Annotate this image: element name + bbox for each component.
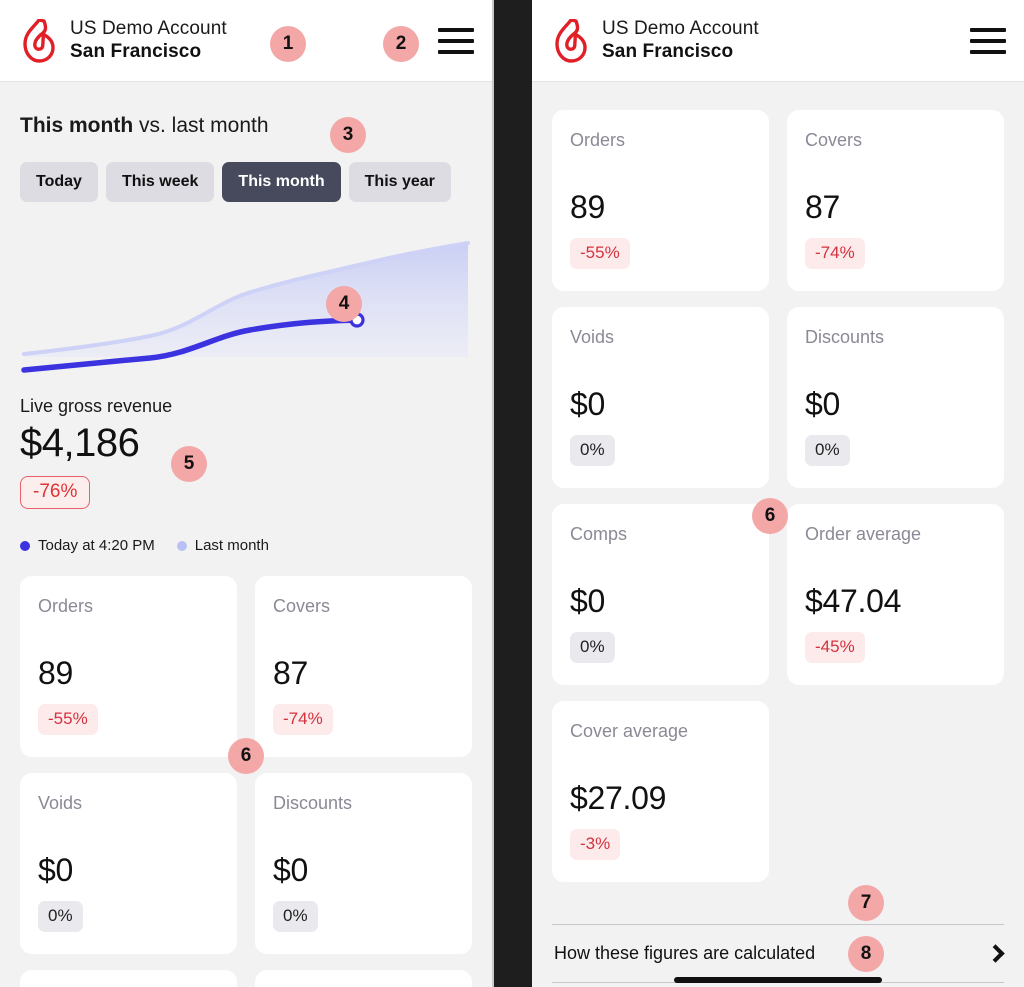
metric-card-order-average[interactable]: Order average $47.04 -45%	[787, 504, 1004, 685]
metric-label: Discounts	[273, 793, 353, 813]
metric-delta: 0%	[273, 901, 318, 932]
metric-value: 87	[273, 655, 308, 691]
account-block: US Demo Account San Francisco	[70, 18, 227, 63]
metric-value: 87	[805, 189, 840, 225]
link-label: How these figures are calculated	[554, 943, 816, 963]
annotation-badge-6-right: 6	[752, 498, 788, 534]
metric-label: Cover average	[570, 721, 689, 741]
metric-label: Covers	[273, 596, 331, 616]
metric-delta: -55%	[570, 238, 630, 269]
app-screen: US Demo Account San Francisco This month…	[0, 0, 1024, 987]
metric-card-cover-average[interactable]: Cover average $27.09 -3%	[552, 701, 769, 882]
metric-card-comps[interactable]: Comps $0 0%	[552, 504, 769, 685]
metric-delta: 0%	[38, 901, 83, 932]
metric-label: Orders	[570, 130, 626, 150]
metric-value: $0	[570, 386, 605, 422]
date-range-tabs: Today This week This month This year	[20, 162, 472, 202]
metric-value: $47.04	[805, 583, 902, 619]
metric-card-discounts[interactable]: Discounts $0 0%	[255, 773, 472, 954]
period-comparison-title: This month vs. last month	[20, 114, 472, 138]
metric-card-orders[interactable]: Orders 89 -55%	[552, 110, 769, 291]
legend-item-today: Today at 4:20 PM	[20, 537, 155, 554]
metric-delta: -3%	[570, 829, 621, 860]
legend-label-last-month: Last month	[194, 537, 269, 554]
revenue-label: Live gross revenue	[20, 396, 173, 416]
metric-value: $0	[570, 583, 605, 619]
account-name: US Demo Account	[70, 18, 227, 40]
metric-delta: -74%	[805, 238, 865, 269]
metric-value: $27.09	[570, 780, 667, 816]
home-indicator	[674, 977, 882, 983]
metric-card-voids[interactable]: Voids $0 0%	[552, 307, 769, 488]
panel-divider	[492, 0, 532, 987]
period-title-rest: vs. last month	[133, 114, 269, 137]
metric-label: Comps	[570, 524, 628, 544]
hamburger-menu-icon[interactable]	[438, 27, 474, 54]
right-panel: US Demo Account San Francisco Orders 89 …	[532, 0, 1024, 987]
chart-legend: Today at 4:20 PM Last month	[20, 537, 472, 554]
account-block: US Demo Account San Francisco	[602, 18, 759, 63]
metric-card-order-average[interactable]: Order average $47.04 -45%	[255, 970, 472, 987]
left-panel-body: This month vs. last month Today This wee…	[0, 114, 492, 987]
metric-value: $0	[273, 852, 308, 888]
annotation-badge-1: 1	[270, 26, 306, 62]
right-panel-body: Orders 89 -55% Covers 87 -74% Voids $0 0…	[532, 110, 1024, 987]
annotation-badge-7: 7	[848, 885, 884, 921]
annotation-badge-6-left: 6	[228, 738, 264, 774]
metric-card-discounts[interactable]: Discounts $0 0%	[787, 307, 1004, 488]
revenue-chart[interactable]	[0, 232, 492, 382]
link-how-figures-calculated[interactable]: How these figures are calculated	[552, 924, 1005, 982]
metric-value: $0	[38, 852, 73, 888]
app-header-right: US Demo Account San Francisco	[532, 0, 1024, 82]
metric-label: Covers	[805, 130, 863, 150]
metric-delta: -55%	[38, 704, 98, 735]
metric-delta: 0%	[570, 632, 615, 663]
tab-this-year[interactable]: This year	[348, 162, 451, 202]
annotation-badge-2: 2	[383, 26, 419, 62]
metric-label: Order average	[805, 524, 922, 544]
metric-delta: -74%	[273, 704, 333, 735]
annotation-badge-5: 5	[171, 446, 207, 482]
legend-dot-today-icon	[20, 540, 30, 551]
annotation-badge-8: 8	[848, 936, 884, 972]
metric-card-covers[interactable]: Covers 87 -74%	[255, 576, 472, 757]
legend-item-last-month: Last month	[176, 537, 269, 554]
annotation-badge-4: 4	[326, 286, 362, 322]
left-panel: US Demo Account San Francisco This month…	[0, 0, 492, 987]
tab-this-month[interactable]: This month	[222, 162, 341, 202]
metric-label: Voids	[38, 793, 83, 813]
metric-delta: 0%	[570, 435, 615, 466]
metric-value: $0	[805, 386, 840, 422]
revenue-delta-badge: -76%	[20, 476, 91, 509]
metric-value: 89	[38, 655, 73, 691]
revenue-chart-svg	[21, 241, 470, 373]
legend-label-today: Today at 4:20 PM	[38, 537, 155, 554]
metric-delta: 0%	[805, 435, 850, 466]
metric-label: Voids	[570, 327, 615, 347]
metric-label: Discounts	[805, 327, 885, 347]
metric-value: 89	[570, 189, 605, 225]
metric-card-comps[interactable]: Comps $0 0%	[20, 970, 237, 987]
hamburger-menu-icon[interactable]	[970, 27, 1006, 54]
metrics-grid-left: Orders 89 -55% Covers 87 -74% Voids $0 0…	[20, 576, 472, 987]
location-name: San Francisco	[70, 40, 202, 62]
tab-this-week[interactable]: This week	[105, 162, 215, 202]
lightspeed-flame-logo-icon	[555, 18, 587, 63]
period-title-bold: This month	[20, 114, 134, 137]
legend-dot-last-month-icon	[176, 540, 187, 551]
metric-label: Orders	[38, 596, 94, 616]
account-name: US Demo Account	[602, 18, 759, 40]
metric-card-voids[interactable]: Voids $0 0%	[20, 773, 237, 954]
chevron-right-icon	[986, 944, 1005, 963]
revenue-value: $4,186	[20, 421, 140, 465]
metric-delta: -45%	[805, 632, 865, 663]
annotation-badge-3: 3	[330, 117, 366, 153]
chart-area-last-month	[24, 243, 468, 357]
metrics-grid-right: Orders 89 -55% Covers 87 -74% Voids $0 0…	[552, 110, 1004, 882]
lightspeed-flame-logo-icon	[23, 18, 55, 63]
metric-card-covers[interactable]: Covers 87 -74%	[787, 110, 1004, 291]
tab-today[interactable]: Today	[20, 162, 98, 202]
location-name: San Francisco	[602, 40, 734, 62]
metric-card-orders[interactable]: Orders 89 -55%	[20, 576, 237, 757]
